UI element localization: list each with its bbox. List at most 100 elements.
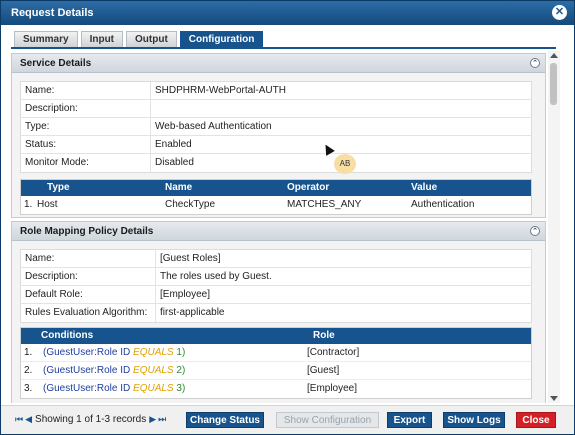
service-details-fields: Name: SHDPHRM-WebPortal-AUTH Description… xyxy=(20,81,532,173)
field-label: Name: xyxy=(21,82,151,99)
field-row: Status: Enabled xyxy=(21,136,531,154)
field-label: Description: xyxy=(21,100,151,117)
service-details-section: Service Details ⌃ Name: SHDPHRM-WebPorta… xyxy=(11,53,546,218)
last-page-icon[interactable]: ⏭ xyxy=(158,414,166,425)
row-index: 2. xyxy=(24,365,33,376)
service-details-header[interactable]: Service Details ⌃ xyxy=(12,54,545,73)
scroll-up-icon[interactable] xyxy=(550,53,558,58)
dialog-titlebar: Request Details ✕ xyxy=(1,1,574,25)
change-status-button[interactable]: Change Status xyxy=(186,412,264,428)
row-role: [Employee] xyxy=(307,383,358,394)
tab-output[interactable]: Output xyxy=(126,31,177,47)
export-button[interactable]: Export xyxy=(387,412,432,428)
tab-bar: Summary Input Output Configuration xyxy=(14,31,266,47)
scroll-down-icon[interactable] xyxy=(550,396,558,401)
row-index: 3. xyxy=(24,383,33,394)
field-row: Name: SHDPHRM-WebPortal-AUTH xyxy=(21,82,531,100)
condition-value: 3) xyxy=(176,383,186,394)
field-label: Default Role: xyxy=(21,286,156,303)
collapse-icon[interactable]: ⌃ xyxy=(530,226,540,236)
field-value: Enabled xyxy=(155,139,192,150)
field-value: first-applicable xyxy=(160,307,225,318)
field-row: Name: [Guest Roles] xyxy=(21,250,531,268)
table-header: Conditions Role xyxy=(21,328,531,344)
row-name: CheckType xyxy=(165,199,216,210)
row-type: Host xyxy=(37,199,58,210)
column-header: Role xyxy=(313,330,335,341)
condition-attribute: (GuestUser:Role ID xyxy=(43,365,131,376)
role-mapping-title: Role Mapping Policy Details xyxy=(20,226,154,237)
field-row: Description: The roles used by Guest. xyxy=(21,268,531,286)
row-role: [Contractor] xyxy=(307,347,360,358)
configuration-panel: Service Details ⌃ Name: SHDPHRM-WebPorta… xyxy=(11,51,546,403)
field-row: Rules Evaluation Algorithm: first-applic… xyxy=(21,304,531,322)
field-label: Type: xyxy=(21,118,151,135)
tab-underline xyxy=(11,47,556,49)
table-row[interactable]: 3. (GuestUser:Role ID EQUALS 3) [Employe… xyxy=(21,380,531,398)
field-value: Web-based Authentication xyxy=(155,121,272,132)
dialog-footer: ⏮ ◀ Showing 1 of 1-3 records ▶ ⏭ Change … xyxy=(1,405,574,434)
close-icon[interactable]: ✕ xyxy=(552,5,567,20)
field-label: Monitor Mode: xyxy=(21,154,151,172)
field-value xyxy=(151,100,155,117)
field-label: Description: xyxy=(21,268,156,285)
field-row: Type: Web-based Authentication xyxy=(21,118,531,136)
field-row: Monitor Mode: Disabled xyxy=(21,154,531,172)
field-row: Default Role: [Employee] xyxy=(21,286,531,304)
field-value: Disabled xyxy=(155,157,194,168)
condition-operator: EQUALS xyxy=(133,383,174,394)
condition-operator: EQUALS xyxy=(133,365,174,376)
table-header: Type Name Operator Value xyxy=(21,180,531,196)
scroll-thumb[interactable] xyxy=(550,63,557,105)
pager: ⏮ ◀ Showing 1 of 1-3 records ▶ ⏭ xyxy=(14,414,167,425)
show-configuration-button[interactable]: Show Configuration xyxy=(276,412,379,428)
next-page-icon[interactable]: ▶ xyxy=(149,414,156,425)
column-header: Name xyxy=(165,182,193,193)
column-header: Conditions xyxy=(41,330,94,341)
field-label: Name: xyxy=(21,250,156,267)
condition-attribute: (GuestUser:Role ID xyxy=(43,383,131,394)
condition-value: 2) xyxy=(176,365,186,376)
condition-attribute: (GuestUser:Role ID xyxy=(43,347,131,358)
role-mapping-rules-table: Conditions Role 1. (GuestUser:Role ID EQ… xyxy=(20,327,532,399)
field-label: Rules Evaluation Algorithm: xyxy=(21,304,156,322)
row-condition: (GuestUser:Role ID EQUALS 1) xyxy=(41,344,307,361)
column-header: Value xyxy=(411,182,438,193)
column-header: Operator xyxy=(287,182,330,193)
row-operator: MATCHES_ANY xyxy=(287,199,362,210)
role-mapping-header[interactable]: Role Mapping Policy Details ⌃ xyxy=(12,222,545,241)
show-logs-button[interactable]: Show Logs xyxy=(443,412,505,428)
previous-page-icon[interactable]: ◀ xyxy=(25,414,32,425)
field-label: Status: xyxy=(21,136,151,153)
table-row[interactable]: 1. Host CheckType MATCHES_ANY Authentica… xyxy=(21,196,531,214)
table-row[interactable]: 1. (GuestUser:Role ID EQUALS 1) [Contrac… xyxy=(21,344,531,362)
close-button[interactable]: Close xyxy=(516,412,556,428)
avatar: AB xyxy=(334,154,356,174)
pager-status: Showing 1 of 1-3 records xyxy=(35,414,147,425)
field-row: Description: xyxy=(21,100,531,118)
row-condition: (GuestUser:Role ID EQUALS 3) xyxy=(41,380,307,398)
service-details-title: Service Details xyxy=(20,58,92,69)
condition-value: 1) xyxy=(176,347,186,358)
row-role: [Guest] xyxy=(307,365,340,376)
collapse-icon[interactable]: ⌃ xyxy=(530,58,540,68)
column-header: Type xyxy=(47,182,70,193)
request-details-dialog: Request Details ✕ Summary Input Output C… xyxy=(0,0,575,435)
field-value: SHDPHRM-WebPortal-AUTH xyxy=(155,85,286,96)
role-mapping-section: Role Mapping Policy Details ⌃ Name: [Gue… xyxy=(11,221,546,403)
tab-input[interactable]: Input xyxy=(80,31,124,47)
row-condition: (GuestUser:Role ID EQUALS 2) xyxy=(41,362,307,379)
field-value: The roles used by Guest. xyxy=(160,271,272,282)
row-value: Authentication xyxy=(411,199,475,210)
condition-operator: EQUALS xyxy=(133,347,174,358)
table-row[interactable]: 2. (GuestUser:Role ID EQUALS 2) [Guest] xyxy=(21,362,531,380)
tab-configuration[interactable]: Configuration xyxy=(179,31,264,47)
role-mapping-fields: Name: [Guest Roles] Description: The rol… xyxy=(20,249,532,323)
tab-summary[interactable]: Summary xyxy=(14,31,78,47)
field-value: [Guest Roles] xyxy=(160,253,221,264)
field-value: [Employee] xyxy=(160,289,211,300)
first-page-icon[interactable]: ⏮ xyxy=(15,414,23,425)
vertical-scrollbar[interactable] xyxy=(548,51,560,403)
dialog-title: Request Details xyxy=(11,7,94,19)
row-index: 1. xyxy=(24,199,33,210)
